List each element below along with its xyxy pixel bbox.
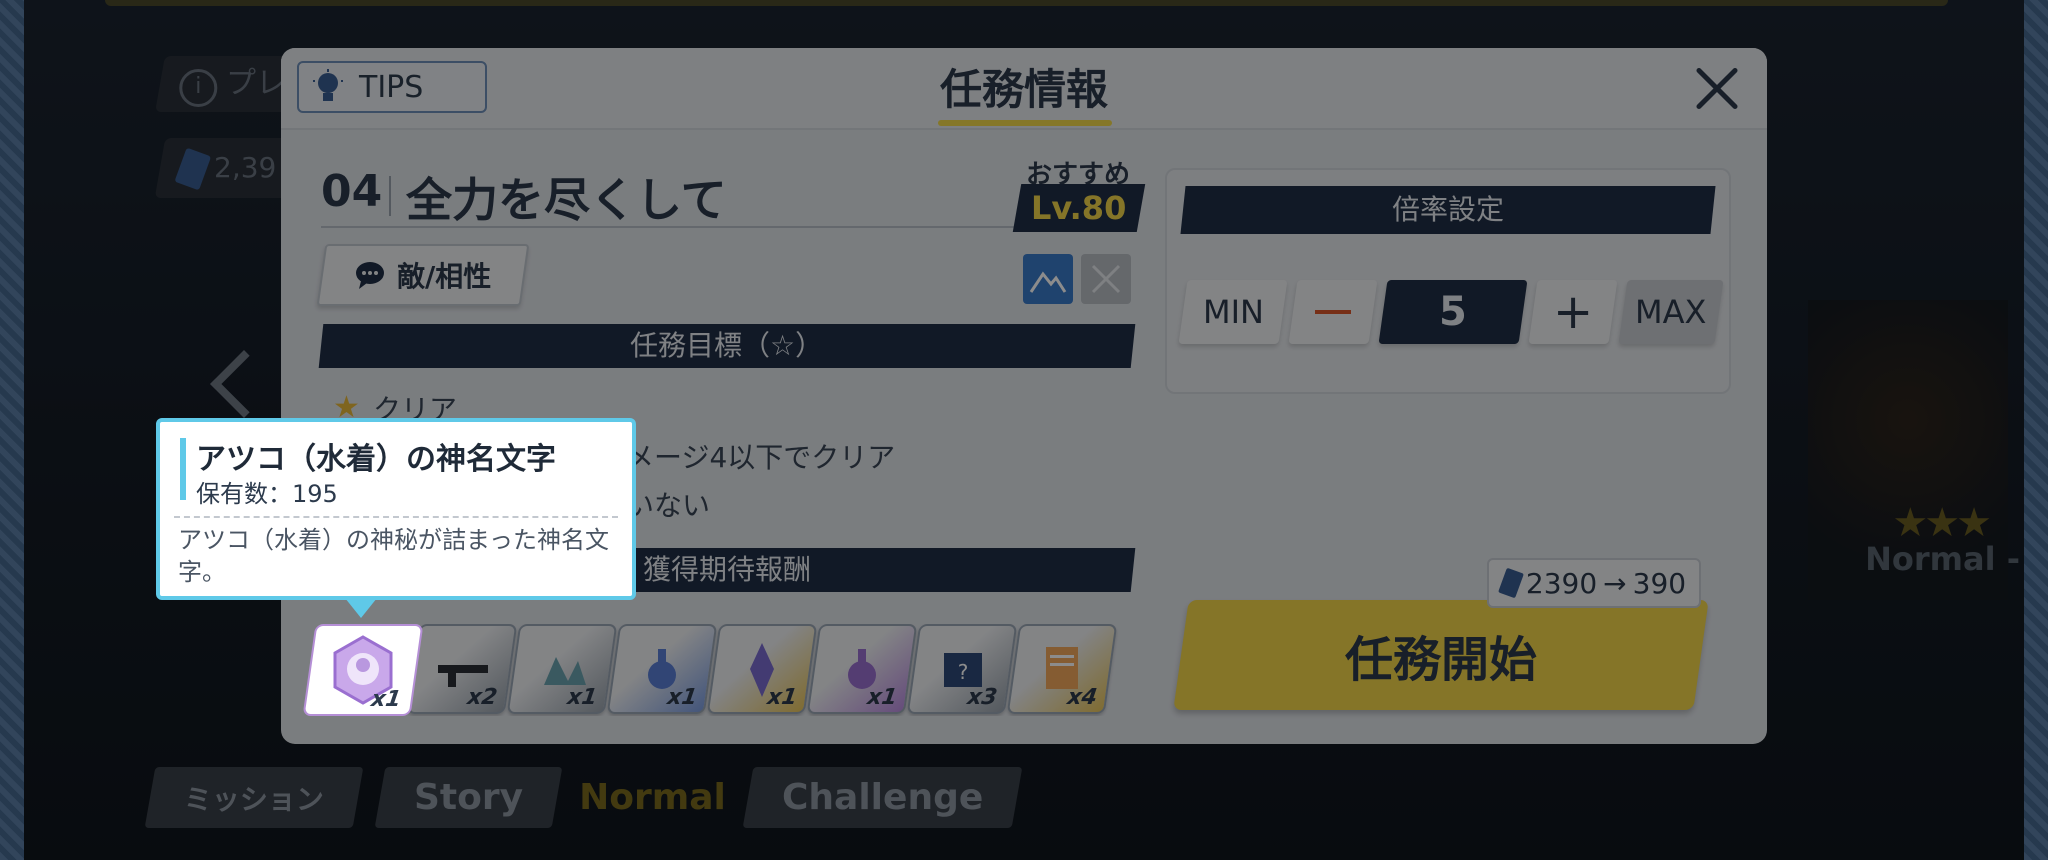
reward-item[interactable]: x1 [606,624,718,714]
reward-quantity: x3 [965,685,999,710]
tooltip-title: アツコ（水着）の神名文字 [196,442,556,477]
reward-quantity: x1 [369,687,403,712]
tab-normal[interactable]: Normal [579,777,726,818]
rate-header: 倍率設定 [1180,186,1716,234]
cost-bubble: 2390 → 390 [1487,558,1701,608]
top-bar [105,0,1948,6]
right-stripe-border [2024,0,2048,860]
disabled-option-button[interactable] [1081,254,1131,304]
tab-mission[interactable]: ミッション [144,767,364,828]
background-difficulty-label: Normal - [1865,540,2020,578]
tooltip-count: 保有数：195 [196,480,338,508]
rate-settings-panel: 倍率設定 MIN 5 + MAX [1165,168,1731,394]
reward-item[interactable]: ? x3 [906,624,1018,714]
objective-3: いない [626,489,711,522]
item-tooltip: アツコ（水着）の神名文字 保有数：195 アツコ（水着）の神秘が詰まった神名文字… [156,418,636,600]
rate-increase-button[interactable]: + [1528,280,1618,344]
enemy-affinity-button[interactable]: 敵/相性 [316,244,530,306]
plus-icon: + [1552,284,1594,340]
arrow-right-icon: → [1603,566,1627,600]
close-icon[interactable] [1693,64,1741,112]
left-stripe-border [0,0,24,860]
reward-quantity: x1 [665,685,699,710]
mission-info-dialog: TIPS 任務情報 04 全力を尽くして おすすめ Lv.80 敵/相性 任務目… [281,48,1767,744]
enemy-affinity-label: 敵/相性 [396,260,492,293]
mission-name: 全力を尽くして [406,173,727,227]
terrain-button[interactable] [1023,254,1073,304]
minus-icon [1315,310,1351,314]
cross-icon [1091,264,1121,294]
cost-after: 390 [1632,566,1687,600]
rate-value: 5 [1378,280,1528,344]
reward-item[interactable]: x1 [706,624,818,714]
reward-strip: x1x2x1x1x1x1?x3x4 [309,624,1139,716]
mountain-icon [1029,271,1067,293]
reward-item[interactable]: x2 [406,624,518,714]
tooltip-pointer [345,598,377,618]
reward-quantity: x1 [865,685,899,710]
chat-bubble-icon [355,262,384,289]
reward-quantity: x1 [765,685,799,710]
title-underline [938,120,1112,126]
dialog-title: 任務情報 [939,65,1108,114]
mission-number: 04 [321,166,383,217]
ticket-icon [1498,567,1524,599]
selected-reward-item[interactable]: x1 [302,624,424,716]
objectives-header: 任務目標（☆） [318,324,1136,368]
reward-item[interactable]: x1 [806,624,918,714]
background-tabs: ミッション Story Normal Challenge [144,767,1023,828]
start-mission-button[interactable]: 任務開始 [1173,600,1709,710]
objective-2: メージ4以下でクリア [626,441,896,474]
reward-item[interactable]: x4 [1006,624,1118,714]
svg-text:?: ? [958,660,969,684]
ticket-icon [174,147,212,191]
tooltip-accent [180,438,186,500]
tab-story[interactable]: Story [374,767,563,828]
tooltip-description: アツコ（水着）の神秘が詰まった神名文字。 [178,526,610,586]
recommended-level-badge: Lv.80 [1012,184,1146,232]
mission-divider [321,226,1031,228]
cost-before: 2390 [1525,566,1598,600]
rate-min-button[interactable]: MIN [1178,280,1288,344]
dialog-header: TIPS 任務情報 [281,48,1767,130]
info-icon: i [179,69,218,107]
tab-challenge[interactable]: Challenge [742,767,1023,828]
reward-quantity: x1 [565,685,599,710]
reward-quantity: x2 [465,685,499,710]
tooltip-separator [174,516,618,518]
reward-quantity: x4 [1065,685,1099,710]
mission-separator [389,176,391,216]
rate-max-button[interactable]: MAX [1618,280,1724,344]
reward-item[interactable]: x1 [506,624,618,714]
rate-decrease-button[interactable] [1288,280,1378,344]
